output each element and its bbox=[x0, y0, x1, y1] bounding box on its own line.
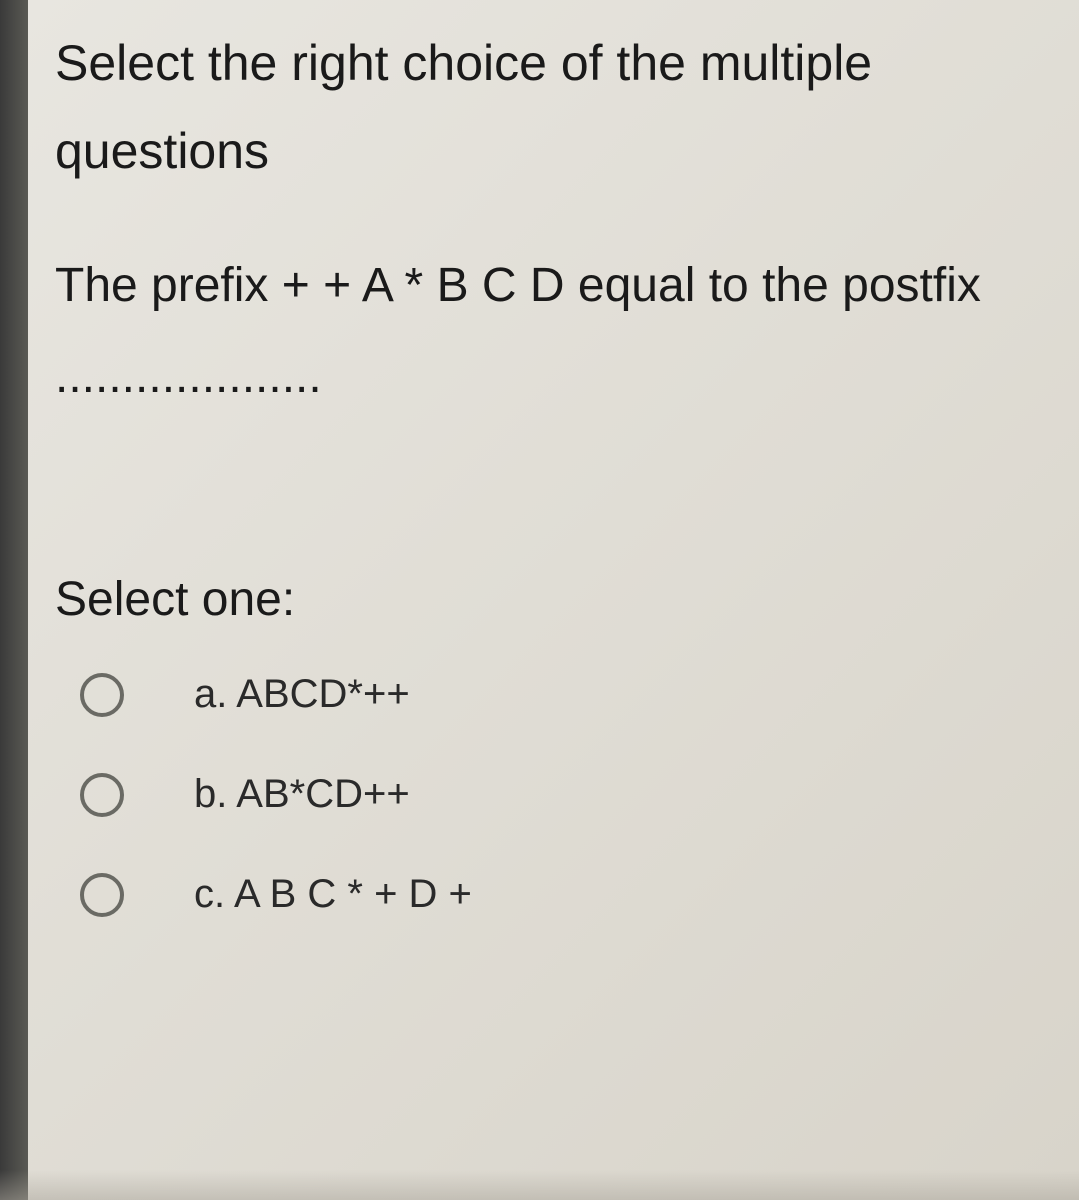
bottom-shadow bbox=[0, 1170, 1079, 1200]
instruction-text: Select the right choice of the multiple … bbox=[55, 20, 1049, 195]
select-one-label: Select one: bbox=[55, 572, 1049, 627]
option-b-label: b. AB*CD++ bbox=[194, 772, 410, 817]
question-content: Select the right choice of the multiple … bbox=[50, 20, 1049, 917]
option-a-label: a. ABCD*++ bbox=[194, 672, 410, 717]
option-a[interactable]: a. ABCD*++ bbox=[80, 672, 1049, 717]
question-text: The prefix + + A * B C D equal to the po… bbox=[55, 240, 1049, 422]
option-c[interactable]: c. A B C * + D + bbox=[80, 872, 1049, 917]
left-margin-bar bbox=[0, 0, 28, 1200]
radio-button-a[interactable] bbox=[80, 673, 124, 717]
options-list: a. ABCD*++ b. AB*CD++ c. A B C * + D + bbox=[55, 672, 1049, 917]
option-b[interactable]: b. AB*CD++ bbox=[80, 772, 1049, 817]
radio-button-b[interactable] bbox=[80, 773, 124, 817]
radio-button-c[interactable] bbox=[80, 873, 124, 917]
option-c-label: c. A B C * + D + bbox=[194, 872, 472, 917]
